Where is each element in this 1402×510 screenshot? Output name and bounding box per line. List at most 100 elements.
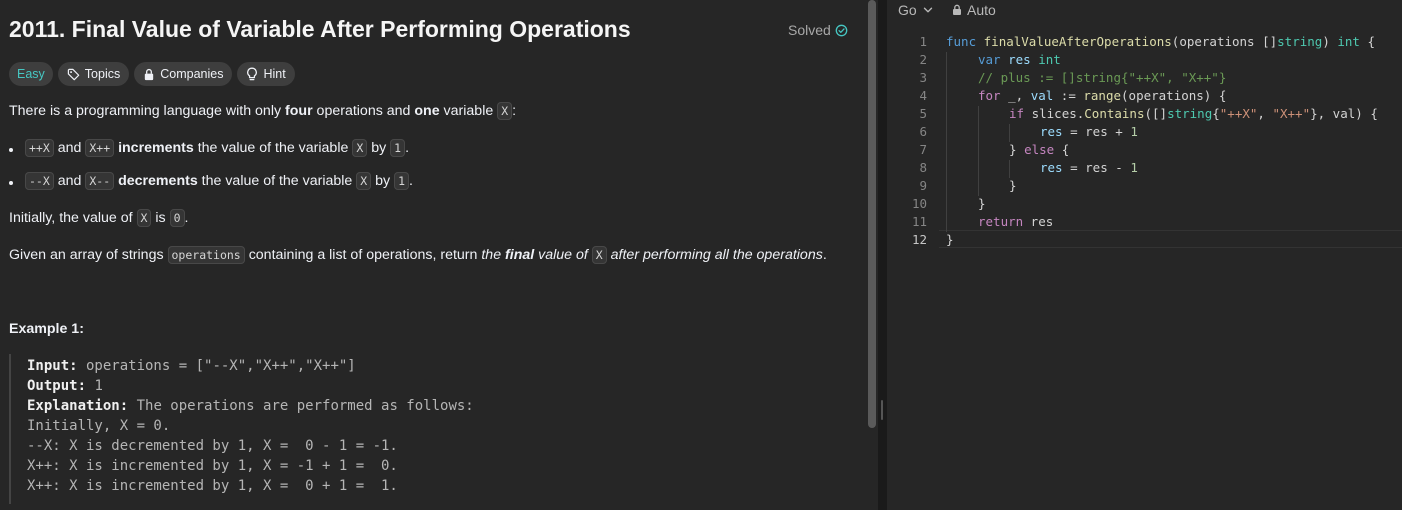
solved-status: Solved [788, 22, 848, 38]
auto-mode-toggle[interactable]: Auto [952, 2, 996, 18]
output-value: 1 [86, 378, 103, 394]
inline-code: X [136, 209, 152, 227]
line-number: 8 [919, 160, 927, 175]
solved-label: Solved [788, 22, 831, 38]
token: "++X" [1219, 106, 1258, 121]
text: by [367, 140, 391, 156]
indent-guide [1009, 160, 1010, 178]
token: := [1053, 88, 1084, 103]
indent-guide [1009, 124, 1010, 142]
token: 1 [1130, 160, 1138, 175]
companies-button[interactable]: Companies [134, 62, 233, 86]
inline-code: 0 [169, 209, 185, 227]
token: res [1040, 160, 1063, 175]
resize-grip[interactable] [881, 400, 883, 420]
code-line: // plus := []string{"++X", "X++"} [978, 70, 1227, 85]
example-explanation: Explanation: The operations are performe… [27, 398, 474, 414]
token: ) [1322, 34, 1338, 49]
problem-panel: 2011. Final Value of Variable After Perf… [0, 0, 866, 510]
explanation-label: Explanation: [27, 398, 129, 414]
line-number: 7 [919, 142, 927, 157]
inline-code: X-- [85, 172, 115, 190]
active-line-highlight [939, 230, 1402, 248]
token: res [1008, 52, 1031, 67]
token: = res + [1062, 124, 1131, 139]
token: (operations) { [1121, 88, 1227, 103]
text: operations and [312, 103, 415, 119]
token: for [978, 88, 1001, 103]
example-input: Input: operations = ["--X","X++","X++"] [27, 358, 356, 374]
description-paragraph: Initially, the value of X is 0. [9, 209, 189, 227]
line-number: 4 [919, 88, 927, 103]
panel-resize-handle[interactable] [878, 0, 887, 510]
text: : [512, 103, 517, 119]
example-output: Output: 1 [27, 378, 103, 394]
language-label: Go [898, 2, 917, 18]
text: There is a programming language with onl… [9, 103, 286, 119]
code-line: var res int [978, 52, 1061, 67]
language-selector[interactable]: Go [898, 2, 933, 18]
token: string [1167, 106, 1213, 121]
text: . [184, 210, 189, 226]
text: . [822, 247, 827, 263]
text: is [151, 210, 170, 226]
list-item: ++X and X++ increments the value of the … [9, 139, 410, 157]
line-number: 10 [911, 196, 927, 211]
explanation-line: --X: X is decremented by 1, X = 0 - 1 = … [27, 438, 398, 454]
text: containing a list of operations, return [244, 247, 482, 263]
token: var [978, 52, 1001, 67]
code-line: for _, val := range(operations) { [978, 88, 1226, 103]
token: finalValueAfterOperations [983, 34, 1172, 49]
hint-button[interactable]: Hint [237, 62, 295, 86]
indent-guide [978, 106, 979, 196]
input-label: Input: [27, 358, 78, 374]
topics-label: Topics [84, 67, 121, 81]
output-label: Output: [27, 378, 87, 394]
line-number: 11 [911, 214, 927, 229]
token: func [946, 34, 977, 49]
companies-label: Companies [160, 67, 224, 81]
description-scrollbar[interactable] [866, 0, 878, 510]
token: , [1257, 106, 1273, 121]
italic-text: value of [534, 247, 592, 263]
token: (operations [] [1171, 34, 1278, 49]
scrollbar-thumb[interactable] [868, 0, 876, 428]
text: and [53, 173, 86, 189]
app-window: 2011. Final Value of Variable After Perf… [0, 0, 1402, 510]
line-number: 3 [919, 70, 927, 85]
code-line: if slices.Contains([]string{"++X", "X++"… [1009, 106, 1378, 121]
text: . [409, 173, 413, 189]
inline-code: X [356, 172, 372, 190]
text: and [53, 140, 86, 156]
problem-title: 2011. Final Value of Variable After Perf… [9, 16, 631, 42]
lightbulb-icon [247, 67, 258, 81]
inline-code: ++X [25, 139, 54, 157]
topics-button[interactable]: Topics [57, 62, 130, 86]
text: . [405, 140, 410, 156]
inline-code: --X [25, 172, 54, 190]
token: { [1054, 142, 1070, 157]
list-item: --X and X-- decrements the value of the … [9, 172, 413, 190]
difficulty-badge[interactable]: Easy [9, 62, 53, 86]
code-line: } [946, 232, 954, 247]
line-number: 1 [919, 34, 927, 49]
token: string [1277, 34, 1323, 49]
code-editor[interactable]: 1 2 3 4 5 6 7 8 9 10 11 12 func finalVal… [887, 34, 1402, 510]
token: } [1009, 142, 1025, 157]
token: }, val) { [1310, 106, 1378, 121]
explanation-line: Initially, X = 0. [27, 418, 171, 434]
token: { [1359, 34, 1376, 49]
token: res [1040, 124, 1063, 139]
indent-guide [946, 52, 947, 232]
text: Given an array of strings [9, 247, 168, 263]
token: ([] [1144, 106, 1168, 121]
text: the value of the variable [193, 140, 353, 156]
hint-label: Hint [263, 67, 286, 81]
token: res [1023, 214, 1054, 229]
token: = res - [1062, 160, 1131, 175]
code-line: func finalValueAfterOperations(operation… [946, 34, 1375, 49]
inline-code: X [352, 139, 368, 157]
editor-toolbar: Go Auto [887, 0, 1402, 22]
lock-icon [953, 4, 961, 15]
bold-text: decrements [118, 173, 198, 189]
